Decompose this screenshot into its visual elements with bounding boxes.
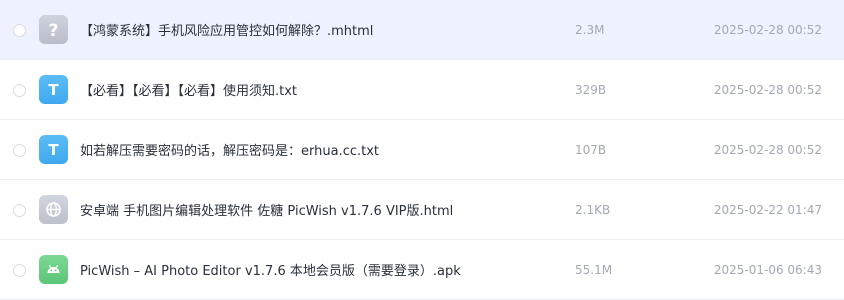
file-row[interactable]: PicWish – AI Photo Editor v1.7.6 本地会员版（需… — [0, 240, 844, 300]
svg-text:T: T — [48, 81, 59, 99]
file-name: PicWish – AI Photo Editor v1.7.6 本地会员版（需… — [80, 264, 461, 279]
svg-text:T: T — [48, 141, 59, 159]
file-date: 2025-02-28 00:52 — [713, 82, 822, 97]
file-name: 【必看】【必看】【必看】使用须知.txt — [80, 84, 298, 99]
file-row[interactable]: T 如若解压需要密码的话，解压密码是：erhua.cc.txt 107B 202… — [0, 120, 844, 180]
android-file-icon — [39, 255, 68, 284]
select-radio[interactable] — [13, 24, 26, 37]
web-file-icon — [39, 195, 68, 224]
file-row[interactable]: 安卓端 手机图片编辑处理软件 佐糖 PicWish v1.7.6 VIP版.ht… — [0, 180, 844, 240]
file-size: 2.1KB — [575, 202, 611, 217]
file-size: 107B — [575, 142, 607, 157]
file-date: 2025-02-28 00:52 — [713, 142, 822, 157]
file-name: 【鸿蒙系统】手机风险应用管控如何解除？.mhtml — [80, 24, 374, 39]
file-size: 329B — [575, 82, 607, 97]
file-date: 2025-02-28 00:52 — [713, 22, 822, 37]
file-size: 2.3M — [575, 22, 605, 37]
svg-text:?: ? — [49, 21, 59, 41]
text-file-icon: T — [39, 135, 68, 164]
file-date: 2025-02-22 01:47 — [713, 202, 822, 217]
file-name: 如若解压需要密码的话，解压密码是：erhua.cc.txt — [80, 144, 380, 159]
text-file-icon: T — [39, 75, 68, 104]
select-radio[interactable] — [13, 144, 26, 157]
file-row[interactable]: T 【必看】【必看】【必看】使用须知.txt 329B 2025-02-28 0… — [0, 60, 844, 120]
file-list: ? 【鸿蒙系统】手机风险应用管控如何解除？.mhtml 2.3M 2025-02… — [0, 0, 844, 300]
unknown-file-icon: ? — [39, 15, 68, 44]
select-radio[interactable] — [13, 84, 26, 97]
file-name: 安卓端 手机图片编辑处理软件 佐糖 PicWish v1.7.6 VIP版.ht… — [80, 204, 454, 219]
file-date: 2025-01-06 06:43 — [713, 262, 822, 277]
select-radio[interactable] — [13, 264, 26, 277]
file-row[interactable]: ? 【鸿蒙系统】手机风险应用管控如何解除？.mhtml 2.3M 2025-02… — [0, 0, 844, 60]
file-size: 55.1M — [575, 262, 613, 277]
select-radio[interactable] — [13, 204, 26, 217]
